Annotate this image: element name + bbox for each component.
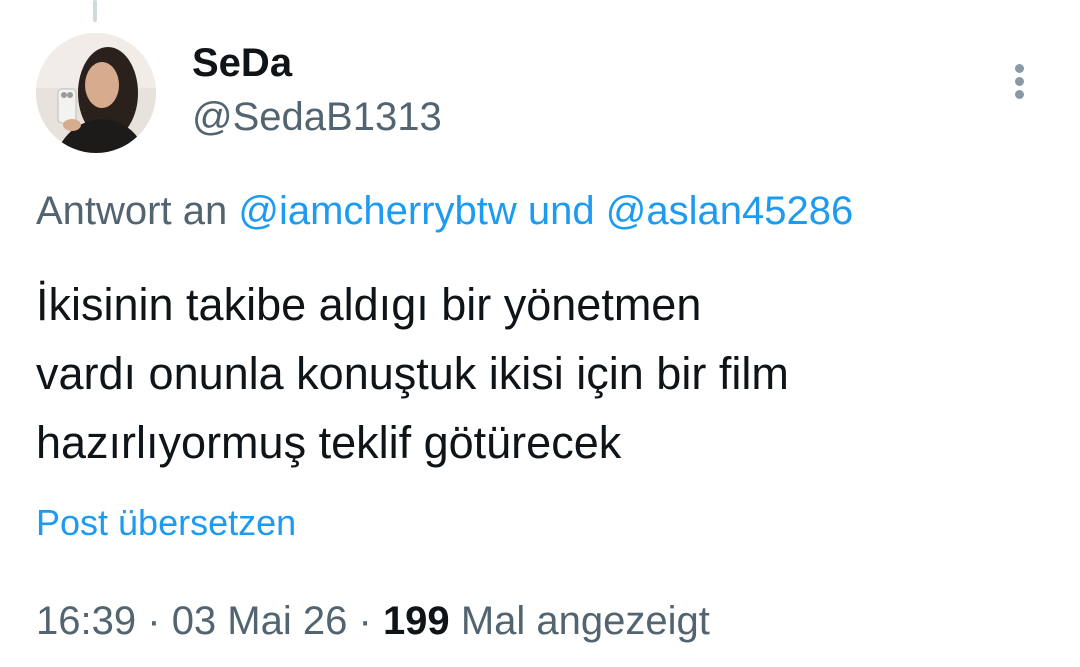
more-options-button[interactable] — [1000, 56, 1040, 106]
tweet-text-line: İkisinin takibe aldıgı bir yönetmen — [36, 279, 702, 330]
tweet-date[interactable]: 03 Mai 26 — [172, 599, 348, 643]
tweet-text-line: vardı onunla konuştuk ikisi için bir fil… — [36, 348, 789, 399]
mention-link-iamcherrybtw[interactable]: @iamcherrybtw — [238, 189, 516, 233]
tweet-time[interactable]: 16:39 — [36, 599, 136, 643]
reply-context: Antwort an @iamcherrybtw und @aslan45286 — [36, 188, 853, 234]
avatar-photo — [36, 33, 156, 153]
translate-post-link[interactable]: Post übersetzen — [36, 502, 296, 544]
tweet-meta: 16:39 · 03 Mai 26 · 199 Mal angezeigt — [36, 597, 710, 645]
meta-separator: · — [147, 599, 161, 643]
thread-connector-line — [93, 0, 97, 22]
meta-separator: · — [358, 599, 372, 643]
reply-conjunction: und — [527, 189, 595, 233]
reply-prefix: Antwort an — [36, 189, 228, 233]
tweet-text: İkisinin takibe aldıgı bir yönetmen vard… — [36, 270, 1046, 477]
avatar[interactable] — [36, 33, 156, 153]
author-display-name[interactable]: SeDa — [192, 40, 292, 86]
views-count[interactable]: 199 — [383, 599, 450, 643]
views-label: Mal angezeigt — [460, 599, 710, 643]
author-handle[interactable]: @SedaB1313 — [192, 94, 442, 140]
mention-link-aslan45286[interactable]: @aslan45286 — [606, 189, 853, 233]
tweet-text-line: hazırlıyormuş teklif götürecek — [36, 417, 622, 468]
